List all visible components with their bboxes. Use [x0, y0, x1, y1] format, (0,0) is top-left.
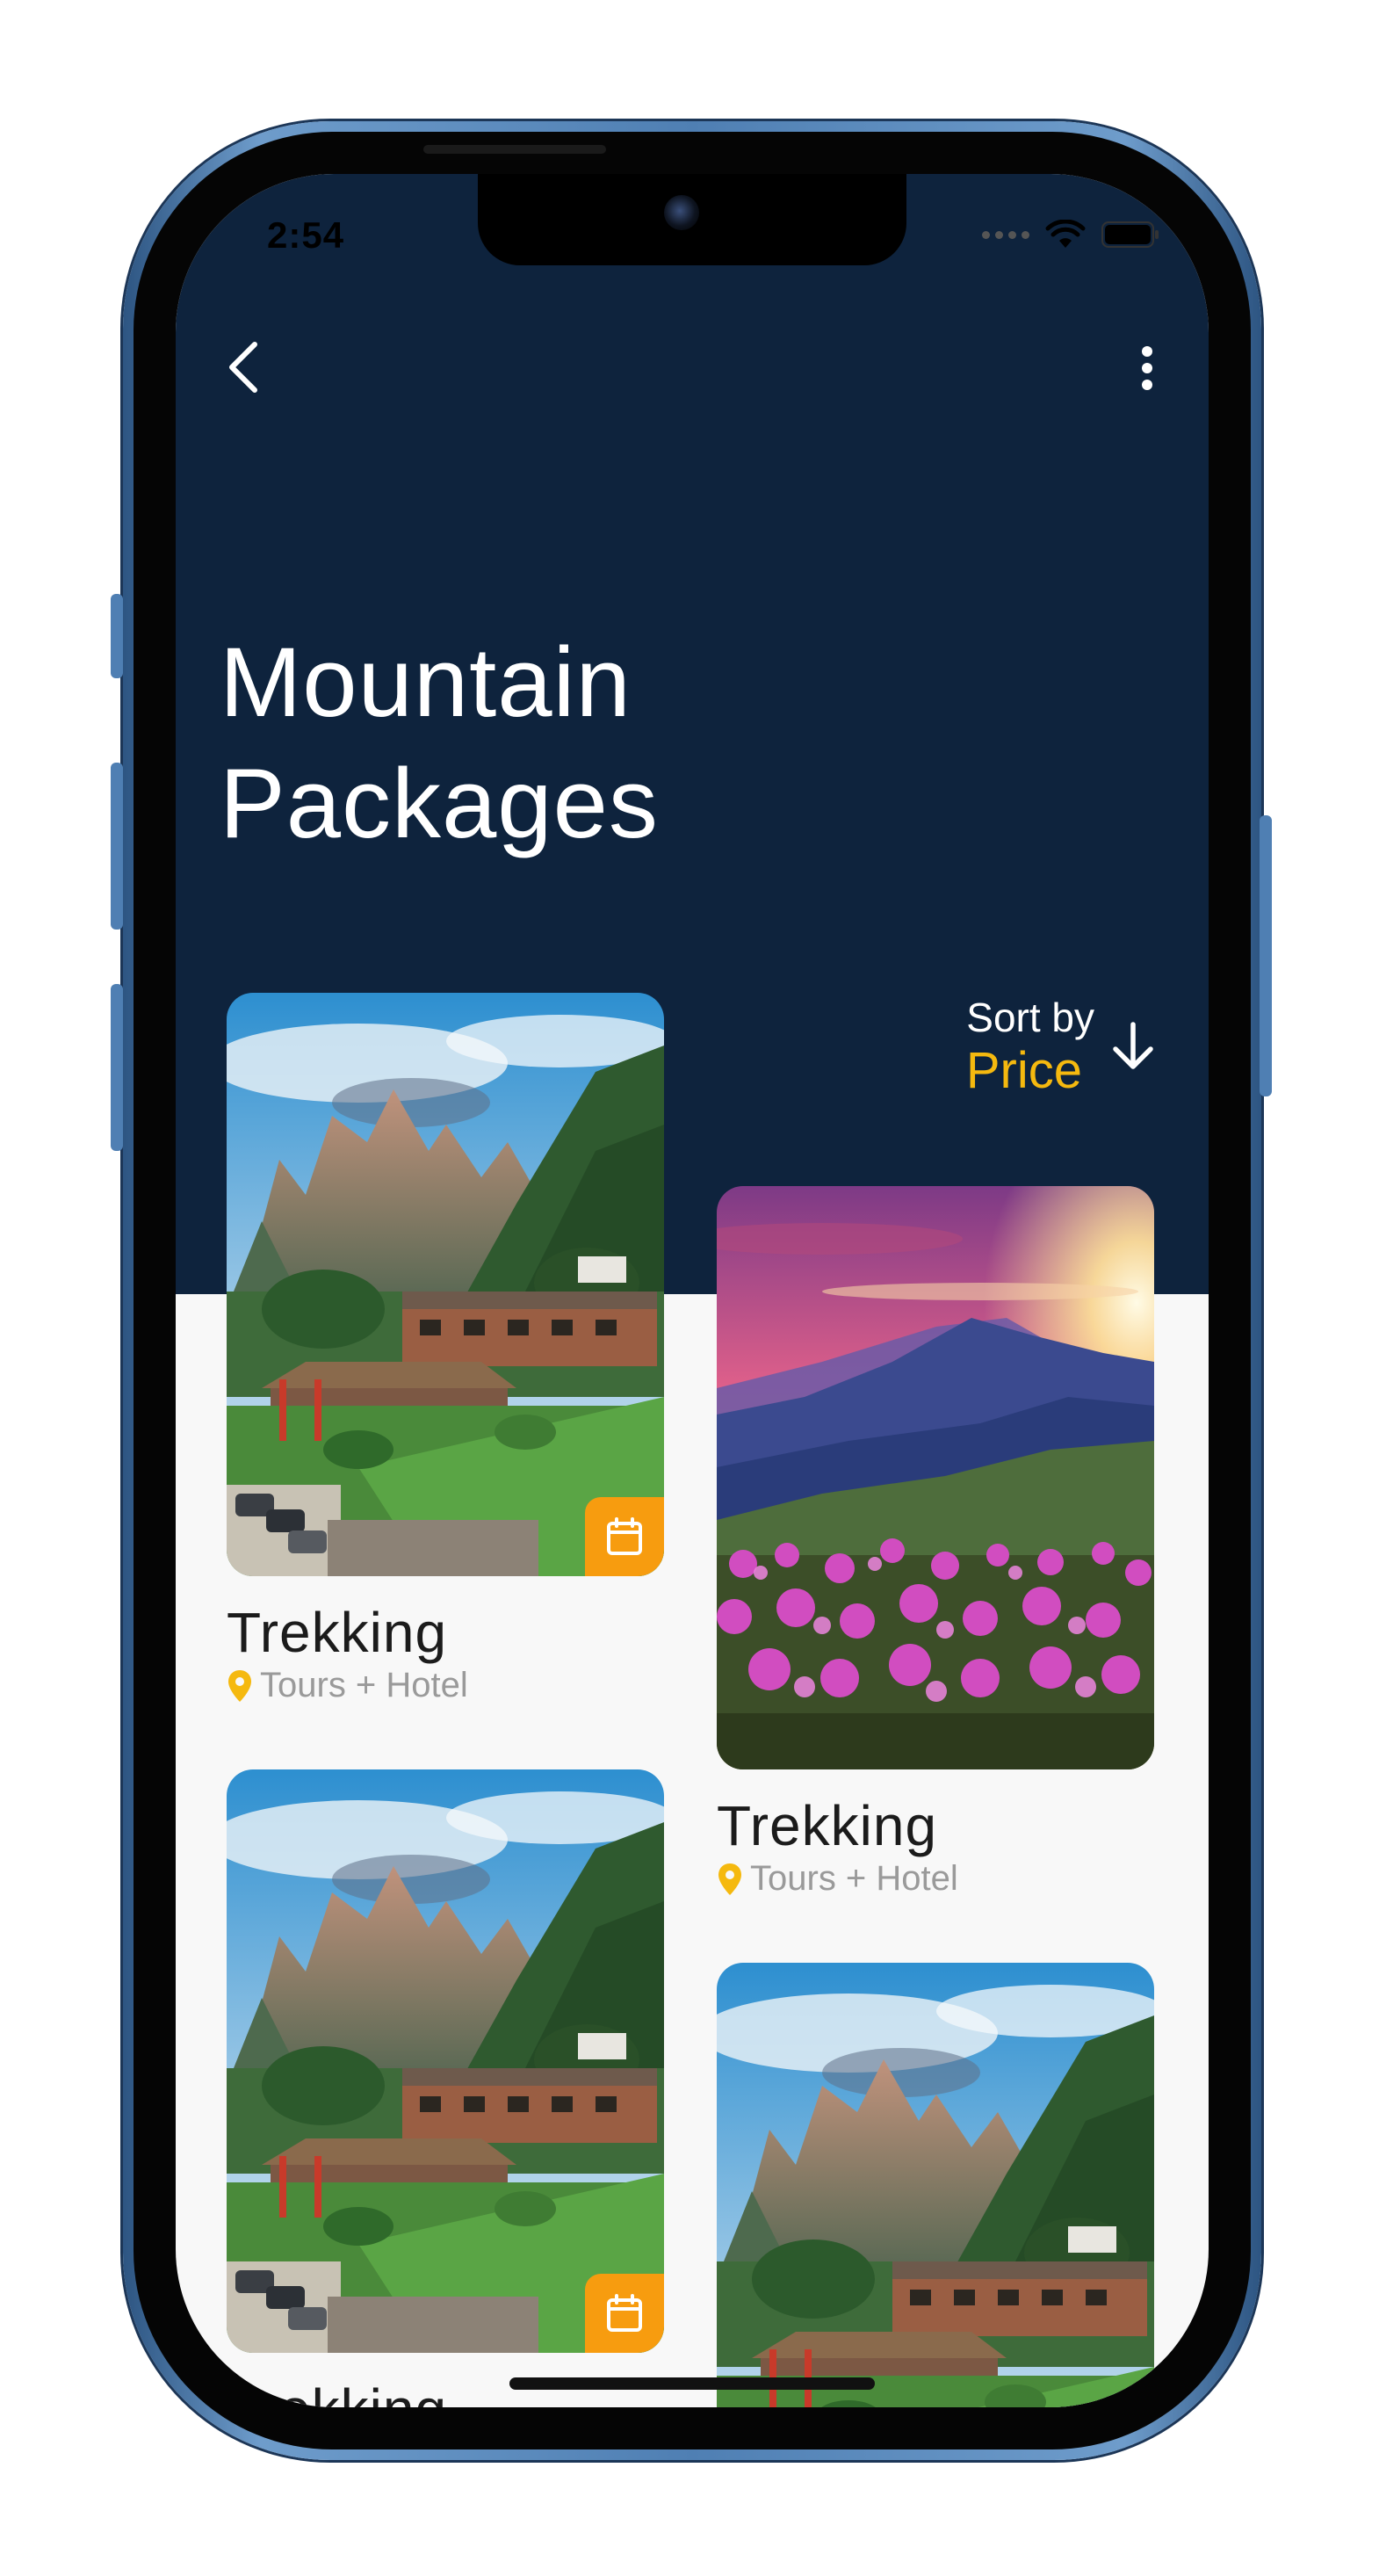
- package-title: Trekking: [717, 1794, 938, 1857]
- package-card[interactable]: [717, 1963, 1154, 2407]
- back-chevron-icon: [229, 342, 257, 393]
- status-icons: [982, 220, 1159, 250]
- sort-value: Price: [965, 1042, 1082, 1099]
- volume-down-button: [111, 984, 123, 1151]
- calendar-icon: [607, 2294, 642, 2332]
- home-indicator[interactable]: [509, 2377, 875, 2390]
- mute-switch: [111, 594, 123, 678]
- package-card[interactable]: Trekking Tours + Hotel: [717, 1186, 1154, 1899]
- power-button: [1260, 815, 1272, 1096]
- package-image: [717, 1186, 1154, 1769]
- package-image: [717, 1963, 1154, 2407]
- back-button[interactable]: [207, 332, 278, 402]
- package-card[interactable]: Trekking: [227, 1769, 664, 2407]
- package-image: [227, 993, 664, 1576]
- volume-up-button: [111, 763, 123, 930]
- package-subtitle: Tours + Hotel: [750, 1859, 958, 1898]
- calendar-icon: [607, 1517, 642, 1555]
- package-image: [227, 1769, 664, 2353]
- package-subtitle-row: Tours + Hotel: [227, 1666, 664, 1705]
- earpiece-speaker: [423, 145, 606, 154]
- wifi-icon: [1045, 220, 1086, 248]
- battery-icon: [1101, 221, 1159, 248]
- app-screen: 2:54 Mountain Packages Sort by Price Tre…: [176, 174, 1209, 2407]
- notch: [478, 174, 906, 265]
- status-time: 2:54: [267, 214, 345, 256]
- package-subtitle: Tours + Hotel: [260, 1666, 468, 1704]
- arrow-down-icon: [1113, 1022, 1153, 1069]
- package-subtitle-row: Tours + Hotel: [717, 1859, 1154, 1899]
- location-pin-icon: [718, 1863, 741, 1895]
- more-options-button[interactable]: [1121, 337, 1173, 399]
- page-title: Mountain Packages: [220, 627, 659, 858]
- sort-text: Sort by Price: [966, 993, 1094, 1100]
- package-card[interactable]: Trekking Tours + Hotel: [227, 993, 664, 1705]
- cellular-signal-icon: [982, 230, 1029, 239]
- calendar-badge[interactable]: [585, 2274, 664, 2353]
- sort-control[interactable]: Sort by Price: [966, 993, 1156, 1100]
- package-title: Trekking: [227, 1601, 448, 1664]
- sort-label: Sort by: [966, 995, 1094, 1040]
- more-vertical-icon: [1142, 346, 1152, 390]
- calendar-badge[interactable]: [585, 1497, 664, 1576]
- location-pin-icon: [228, 1669, 251, 1702]
- front-camera: [664, 195, 699, 230]
